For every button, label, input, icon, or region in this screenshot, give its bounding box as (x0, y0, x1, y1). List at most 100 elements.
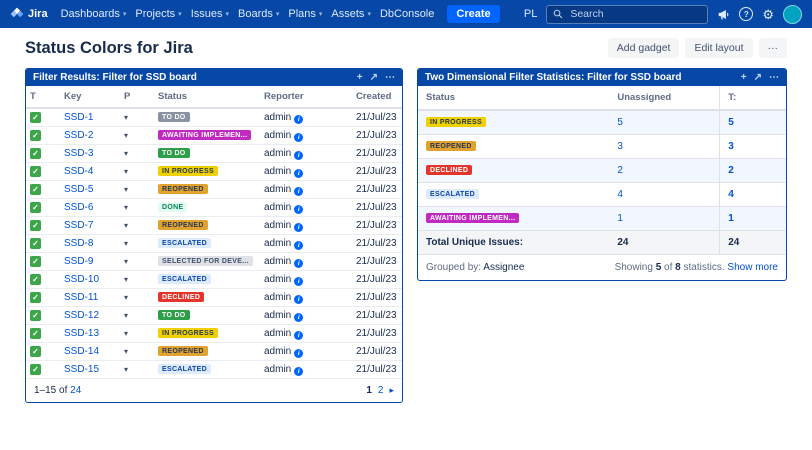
grouped-by-value: Assignee (483, 262, 525, 273)
navbar-search[interactable] (546, 4, 709, 24)
total-count-link[interactable]: 1 (728, 213, 734, 224)
create-button[interactable]: Create (447, 5, 500, 23)
issue-key-link[interactable]: SSD-9 (64, 256, 93, 267)
move-gadget-icon[interactable]: + (357, 72, 363, 83)
priority-icon: ▾ (124, 185, 129, 194)
unassigned-count-link[interactable]: 2 (617, 165, 623, 176)
nav-item-plans[interactable]: Plans ▾ (288, 8, 322, 20)
reporter-name: admin (264, 129, 292, 141)
reporter-name: admin (264, 183, 292, 195)
issue-key-link[interactable]: SSD-14 (64, 346, 99, 357)
total-count-link[interactable]: 4 (728, 189, 734, 200)
grouped-by-label: Grouped by: (426, 262, 482, 273)
page-1-button[interactable]: 1 (366, 385, 372, 396)
total-count-link[interactable]: 5 (728, 117, 734, 128)
issue-key-link[interactable]: SSD-7 (64, 220, 93, 231)
show-more-link[interactable]: Show more (727, 262, 778, 273)
edit-layout-button[interactable]: Edit layout (685, 38, 753, 58)
help-icon[interactable]: ? (739, 7, 754, 21)
info-icon[interactable]: i (294, 276, 304, 286)
issue-key-link[interactable]: SSD-1 (64, 112, 93, 123)
nav-item-label: Dashboards (60, 8, 120, 20)
table-row: ✓ SSD-8 ▾ ESCALATED admin i 21/Jul/23 (26, 234, 402, 253)
user-avatar[interactable] (783, 4, 802, 24)
info-icon[interactable]: i (294, 168, 304, 178)
expand-gadget-icon[interactable]: ↗ (370, 72, 378, 83)
nav-item-issues[interactable]: Issues ▾ (191, 8, 229, 20)
priority-icon: ▾ (124, 365, 129, 374)
unassigned-count-link[interactable]: 5 (617, 117, 623, 128)
reporter-name: admin (264, 165, 292, 177)
total-count-link[interactable]: 3 (728, 141, 734, 152)
next-page-icon[interactable]: ▸ (389, 385, 394, 396)
total-count-link[interactable]: 2 (728, 165, 734, 176)
stats-row: REOPENED 3 3 (418, 134, 786, 159)
info-icon[interactable]: i (294, 114, 304, 124)
issue-key-link[interactable]: SSD-13 (64, 328, 99, 339)
task-type-icon: ✓ (30, 310, 41, 321)
created-date: 21/Jul/23 (352, 306, 402, 325)
expand-gadget-icon[interactable]: ↗ (754, 72, 762, 83)
stats-header-row: Status Unassigned T: (418, 86, 786, 111)
nav-item-dashboards[interactable]: Dashboards ▾ (61, 8, 127, 20)
issue-key-link[interactable]: SSD-2 (64, 130, 93, 141)
of-text: of (59, 385, 68, 396)
nav-item-assets[interactable]: Assets ▾ (331, 8, 371, 20)
issue-key-link[interactable]: SSD-3 (64, 148, 93, 159)
results-range: 1–15 of 24 (34, 385, 81, 396)
issue-key-link[interactable]: SSD-8 (64, 238, 93, 249)
info-icon[interactable]: i (294, 204, 304, 214)
total-count-link[interactable]: 24 (70, 385, 81, 396)
task-type-icon: ✓ (30, 238, 41, 249)
info-icon[interactable]: i (294, 222, 304, 232)
issue-key-link[interactable]: SSD-4 (64, 166, 93, 177)
created-date: 21/Jul/23 (352, 360, 402, 379)
col-header-reporter: Reporter (260, 86, 352, 109)
status-badge: AWAITING IMPLEMEN... (426, 213, 520, 224)
unassigned-count-link[interactable]: 3 (617, 141, 623, 152)
info-icon[interactable]: i (294, 294, 304, 304)
col-header-unassigned: Unassigned (609, 86, 720, 111)
page-2-button[interactable]: 2 (378, 385, 384, 396)
nav-item-dbconsole[interactable]: DbConsole (380, 8, 434, 20)
page-header: Status Colors for Jira Add gadget Edit l… (0, 28, 812, 66)
unassigned-count-link[interactable]: 1 (617, 213, 623, 224)
filter-results-tbody: ✓ SSD-1 ▾ TO DO admin i 21/Jul/23 ✓ SSD-2… (26, 108, 402, 379)
table-row: ✓ SSD-10 ▾ ESCALATED admin i 21/Jul/23 (26, 270, 402, 289)
info-icon[interactable]: i (294, 258, 304, 268)
status-badge: REOPENED (158, 220, 208, 231)
announcements-icon[interactable] (717, 8, 730, 21)
info-icon[interactable]: i (294, 312, 304, 322)
add-gadget-button[interactable]: Add gadget (607, 38, 680, 58)
jira-logo[interactable]: Jira (10, 7, 48, 21)
gear-icon[interactable]: ⚙ (762, 8, 774, 21)
issue-key-link[interactable]: SSD-15 (64, 364, 99, 375)
issue-key-link[interactable]: SSD-5 (64, 184, 93, 195)
gadget-menu-icon[interactable]: ⋯ (769, 72, 779, 83)
gadget-title: Two Dimensional Filter Statistics: Filte… (425, 72, 682, 83)
more-actions-button[interactable]: ··· (758, 38, 787, 58)
info-icon[interactable]: i (294, 366, 304, 376)
search-input[interactable] (568, 7, 702, 21)
showing-stats: Showing 5 of 8 statistics. Show more (615, 262, 778, 273)
move-gadget-icon[interactable]: + (741, 72, 747, 83)
info-icon[interactable]: i (294, 348, 304, 358)
issue-key-link[interactable]: SSD-6 (64, 202, 93, 213)
status-badge: IN PROGRESS (158, 328, 218, 339)
info-icon[interactable]: i (294, 150, 304, 160)
info-icon[interactable]: i (294, 330, 304, 340)
stats-tbody: IN PROGRESS 5 5 REOPENED 3 3 DECLINED 2 … (418, 110, 786, 231)
info-icon[interactable]: i (294, 132, 304, 142)
nav-item-projects[interactable]: Projects ▾ (135, 8, 181, 20)
gadget-menu-icon[interactable]: ⋯ (385, 72, 395, 83)
priority-icon: ▾ (124, 203, 129, 212)
nav-item-boards[interactable]: Boards ▾ (238, 8, 279, 20)
chevron-down-icon: ▾ (367, 11, 371, 18)
issue-key-link[interactable]: SSD-10 (64, 274, 99, 285)
info-icon[interactable]: i (294, 186, 304, 196)
status-badge: AWAITING IMPLEMEN... (158, 130, 252, 141)
issue-key-link[interactable]: SSD-11 (64, 292, 98, 303)
unassigned-count-link[interactable]: 4 (617, 189, 623, 200)
info-icon[interactable]: i (294, 240, 304, 250)
issue-key-link[interactable]: SSD-12 (64, 310, 99, 321)
